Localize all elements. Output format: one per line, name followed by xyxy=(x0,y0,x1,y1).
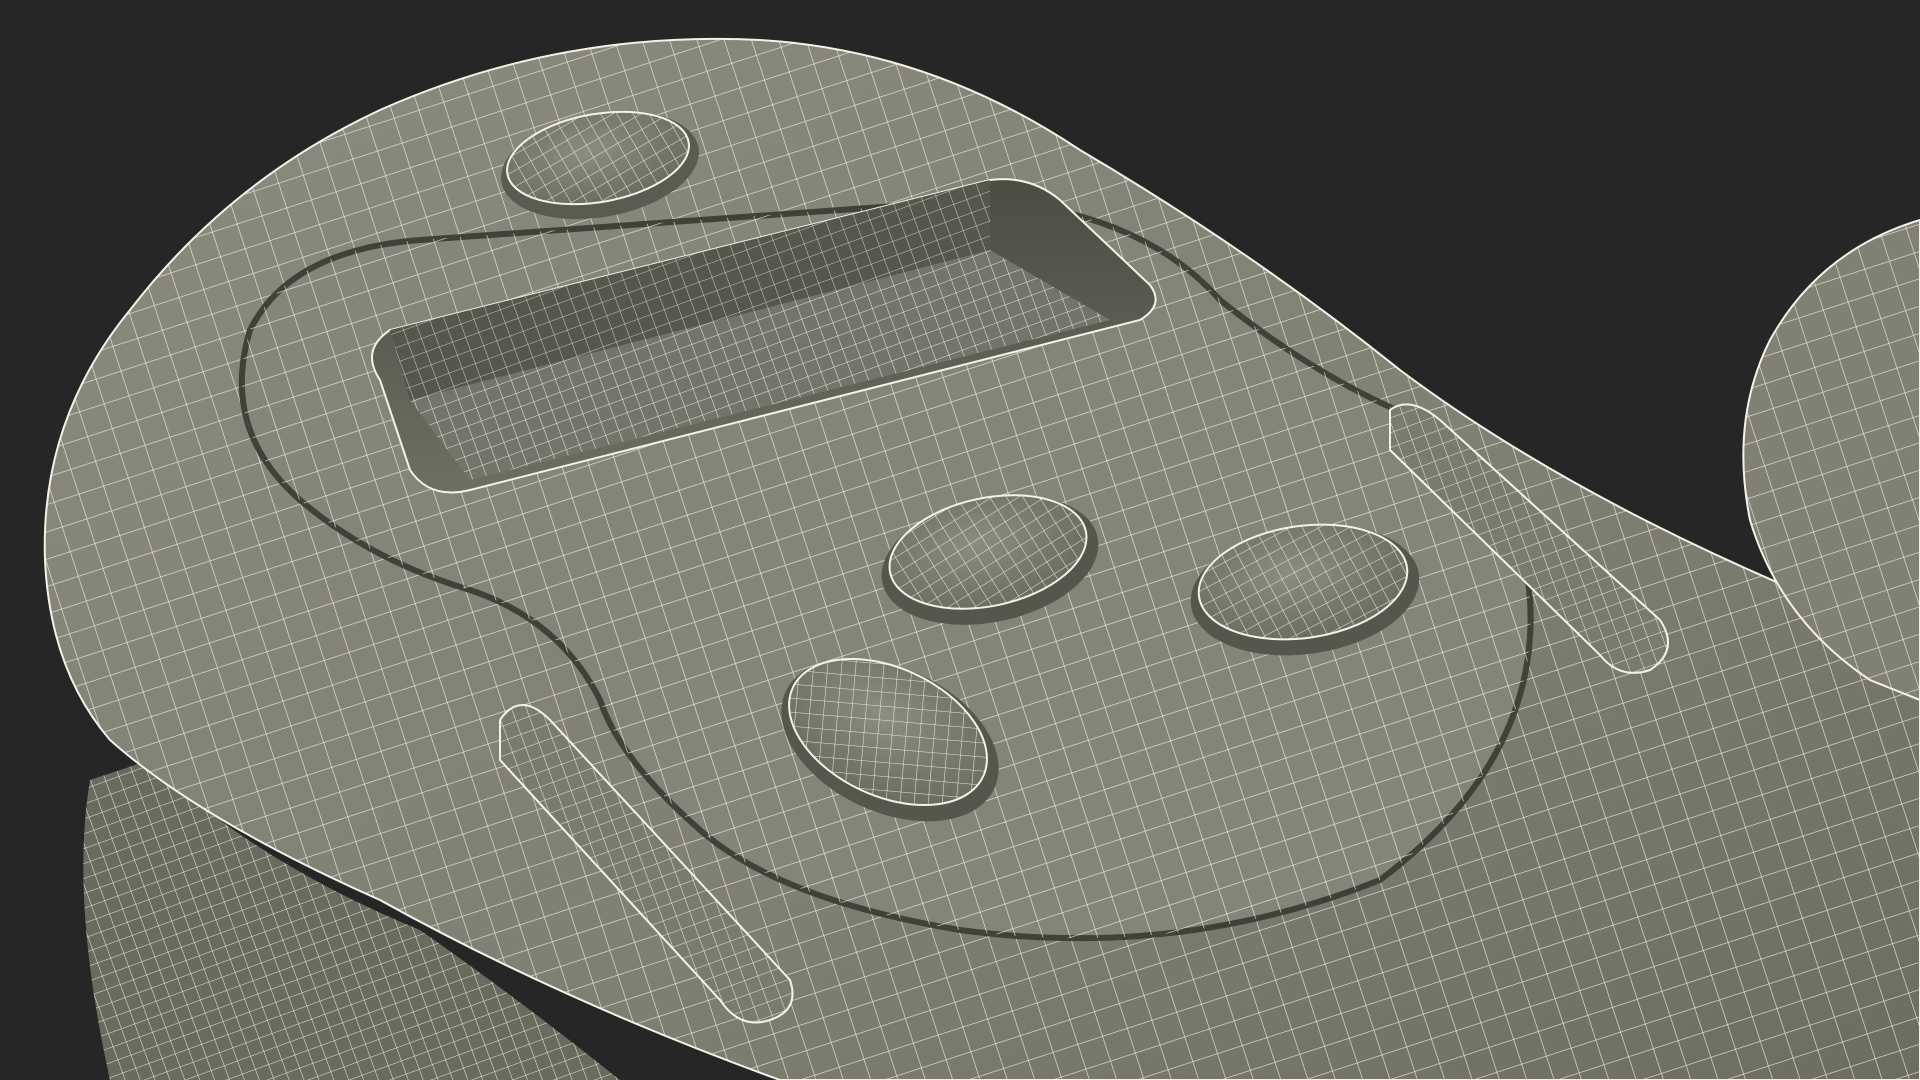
wireframe-render-viewport xyxy=(0,0,1920,1080)
wireframe-render xyxy=(43,37,1920,1080)
